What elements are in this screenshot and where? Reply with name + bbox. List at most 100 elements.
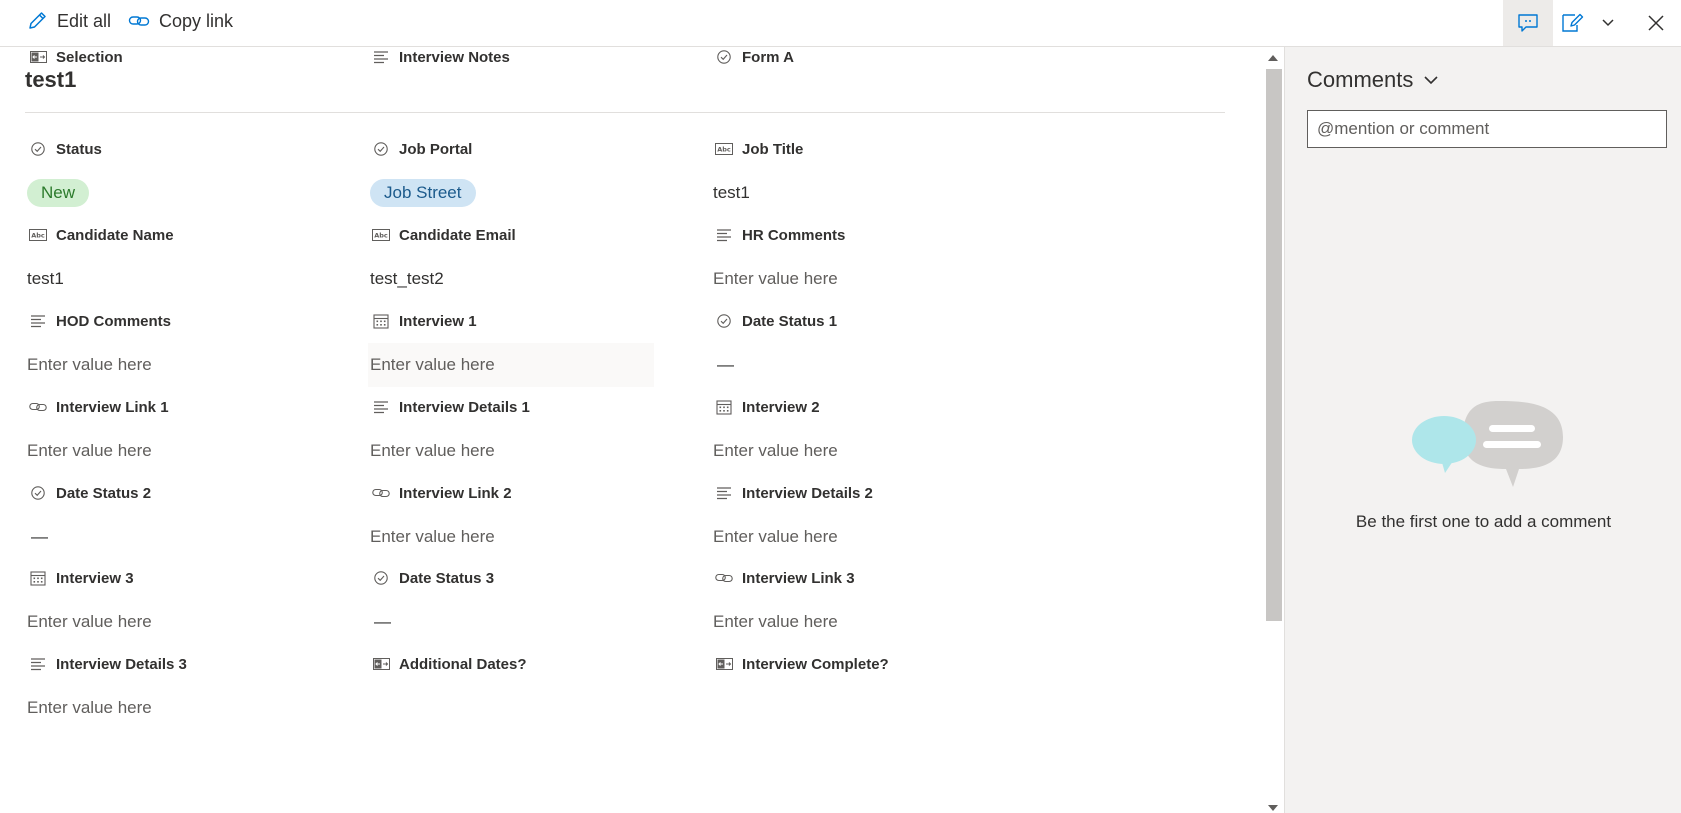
field-selection: Selection	[27, 47, 333, 67]
field-interview-details-1: Interview Details 1 Enter value here	[370, 397, 676, 473]
field-value[interactable]: Enter value here	[711, 600, 1019, 644]
field-label-text: Selection	[56, 48, 123, 66]
field-label: Status	[27, 139, 333, 159]
field-value[interactable]: test1	[25, 257, 333, 301]
field-label-text: Candidate Email	[399, 226, 516, 244]
form-scrollbar[interactable]	[1262, 47, 1284, 813]
field-value[interactable]: Enter value here	[368, 343, 654, 387]
field-value[interactable]: test1	[711, 171, 1019, 215]
comment-input[interactable]	[1307, 110, 1667, 148]
field-value[interactable]: Enter value here	[25, 600, 333, 644]
multiline-icon	[715, 485, 733, 501]
field-value[interactable]: Enter value here	[711, 515, 1019, 559]
field-value-text: —	[31, 527, 48, 546]
field-value[interactable]: Enter value here	[711, 257, 1019, 301]
scroll-thumb[interactable]	[1266, 69, 1282, 621]
field-label-text: Date Status 2	[56, 484, 152, 502]
field-value[interactable]: test_test2	[368, 257, 676, 301]
comment-icon	[1518, 14, 1538, 32]
more-options-button[interactable]	[1583, 0, 1633, 46]
field-label-text: HR Comments	[742, 226, 846, 244]
field-value[interactable]: —	[25, 515, 333, 559]
empty-comments-message: Be the first one to add a comment	[1355, 512, 1612, 531]
field-value-text: Enter value here	[713, 441, 838, 460]
field-value[interactable]: Job Street	[368, 171, 676, 215]
field-label-text: Interview Link 1	[56, 398, 169, 416]
field-interview-link-1: Interview Link 1 Enter value here	[27, 397, 333, 473]
field-interview-link-3: Interview Link 3 Enter value here	[713, 568, 1019, 644]
text-icon: Abc	[29, 227, 47, 243]
field-label: HOD Comments	[27, 311, 333, 331]
comments-toggle-button[interactable]	[1503, 0, 1553, 46]
link-icon	[715, 570, 733, 586]
pencil-icon	[29, 12, 46, 29]
field-label: Interview 1	[370, 311, 676, 331]
field-value-text: Enter value here	[713, 269, 838, 288]
field-value[interactable]: Enter value here	[25, 686, 333, 730]
scroll-up-arrow-icon[interactable]	[1268, 55, 1278, 61]
field-interview-1: Interview 1 Enter value here	[368, 311, 676, 387]
field-label: Interview Link 3	[713, 568, 1019, 588]
speech-bubbles-icon	[1412, 401, 1563, 487]
field-label-text: Interview 3	[56, 569, 134, 587]
field-label-text: Date Status 1	[742, 312, 838, 330]
field-label: Abc Candidate Name	[27, 225, 333, 245]
field-hod-comments: HOD Comments Enter value here	[27, 311, 333, 387]
field-label: Interview Details 3	[27, 654, 333, 674]
field-interview-details-3: Interview Details 3 Enter value here	[27, 654, 333, 730]
choice-icon	[29, 485, 47, 501]
field-value-text: test_test2	[370, 269, 444, 288]
field-label-text: Interview Details 3	[56, 655, 187, 673]
field-value[interactable]: Enter value here	[25, 429, 333, 473]
field-additional-dates: Additional Dates?	[370, 654, 676, 674]
choice-pill: Job Street	[370, 179, 476, 207]
field-value[interactable]: New	[25, 171, 333, 215]
field-label: Selection	[27, 47, 333, 67]
choice-icon	[372, 570, 390, 586]
field-value[interactable]: Enter value here	[711, 429, 1019, 473]
field-label-text: Status	[56, 140, 102, 158]
edit-all-button[interactable]: Edit all	[26, 0, 111, 42]
yesno-icon	[29, 49, 47, 65]
field-hr-comments: HR Comments Enter value here	[713, 225, 1019, 301]
field-label-text: Form A	[742, 48, 794, 66]
field-label: Interview 2	[713, 397, 1019, 417]
choice-icon	[29, 141, 47, 157]
svg-text:Abc: Abc	[717, 146, 731, 154]
link-icon	[372, 485, 390, 501]
field-label: Form A	[713, 47, 1019, 67]
text-icon: Abc	[715, 141, 733, 157]
field-label: Interview 3	[27, 568, 333, 588]
field-value-text: Enter value here	[713, 612, 838, 631]
yesno-icon	[372, 656, 390, 672]
link-icon	[29, 399, 47, 415]
field-value[interactable]: Enter value here	[368, 515, 676, 559]
field-label: Date Status 2	[27, 483, 333, 503]
field-label: Interview Notes	[370, 47, 676, 67]
comments-header[interactable]: Comments	[1307, 67, 1439, 93]
field-label: Interview Complete?	[713, 654, 1019, 674]
field-value-text: Enter value here	[27, 355, 152, 374]
chevron-down-icon	[1424, 76, 1438, 85]
field-interview-link-2: Interview Link 2 Enter value here	[370, 483, 676, 559]
item-form: test1 Status New Job Portal Job Street Abc Jo…	[0, 47, 1262, 813]
copy-link-button[interactable]: Copy link	[128, 0, 233, 42]
field-date-status-3: Date Status 3 —	[370, 568, 676, 644]
field-value[interactable]: Enter value here	[368, 429, 676, 473]
scroll-down-arrow-icon[interactable]	[1268, 805, 1278, 811]
field-date-status-1: Date Status 1 —	[713, 311, 1019, 387]
field-value-text: —	[374, 612, 391, 631]
comments-title: Comments	[1307, 67, 1414, 92]
field-label: Job Portal	[370, 139, 676, 159]
field-value[interactable]: —	[368, 600, 676, 644]
close-button[interactable]	[1631, 0, 1681, 46]
svg-text:Abc: Abc	[374, 232, 388, 240]
field-value-text: Enter value here	[27, 441, 152, 460]
multiline-icon	[372, 49, 390, 65]
field-candidate-name: Abc Candidate Name test1	[27, 225, 333, 301]
field-interview-2: Interview 2 Enter value here	[713, 397, 1019, 473]
field-value[interactable]: Enter value here	[25, 343, 333, 387]
field-value[interactable]: —	[711, 343, 1019, 387]
field-label-text: Interview 2	[742, 398, 820, 416]
multiline-icon	[372, 399, 390, 415]
